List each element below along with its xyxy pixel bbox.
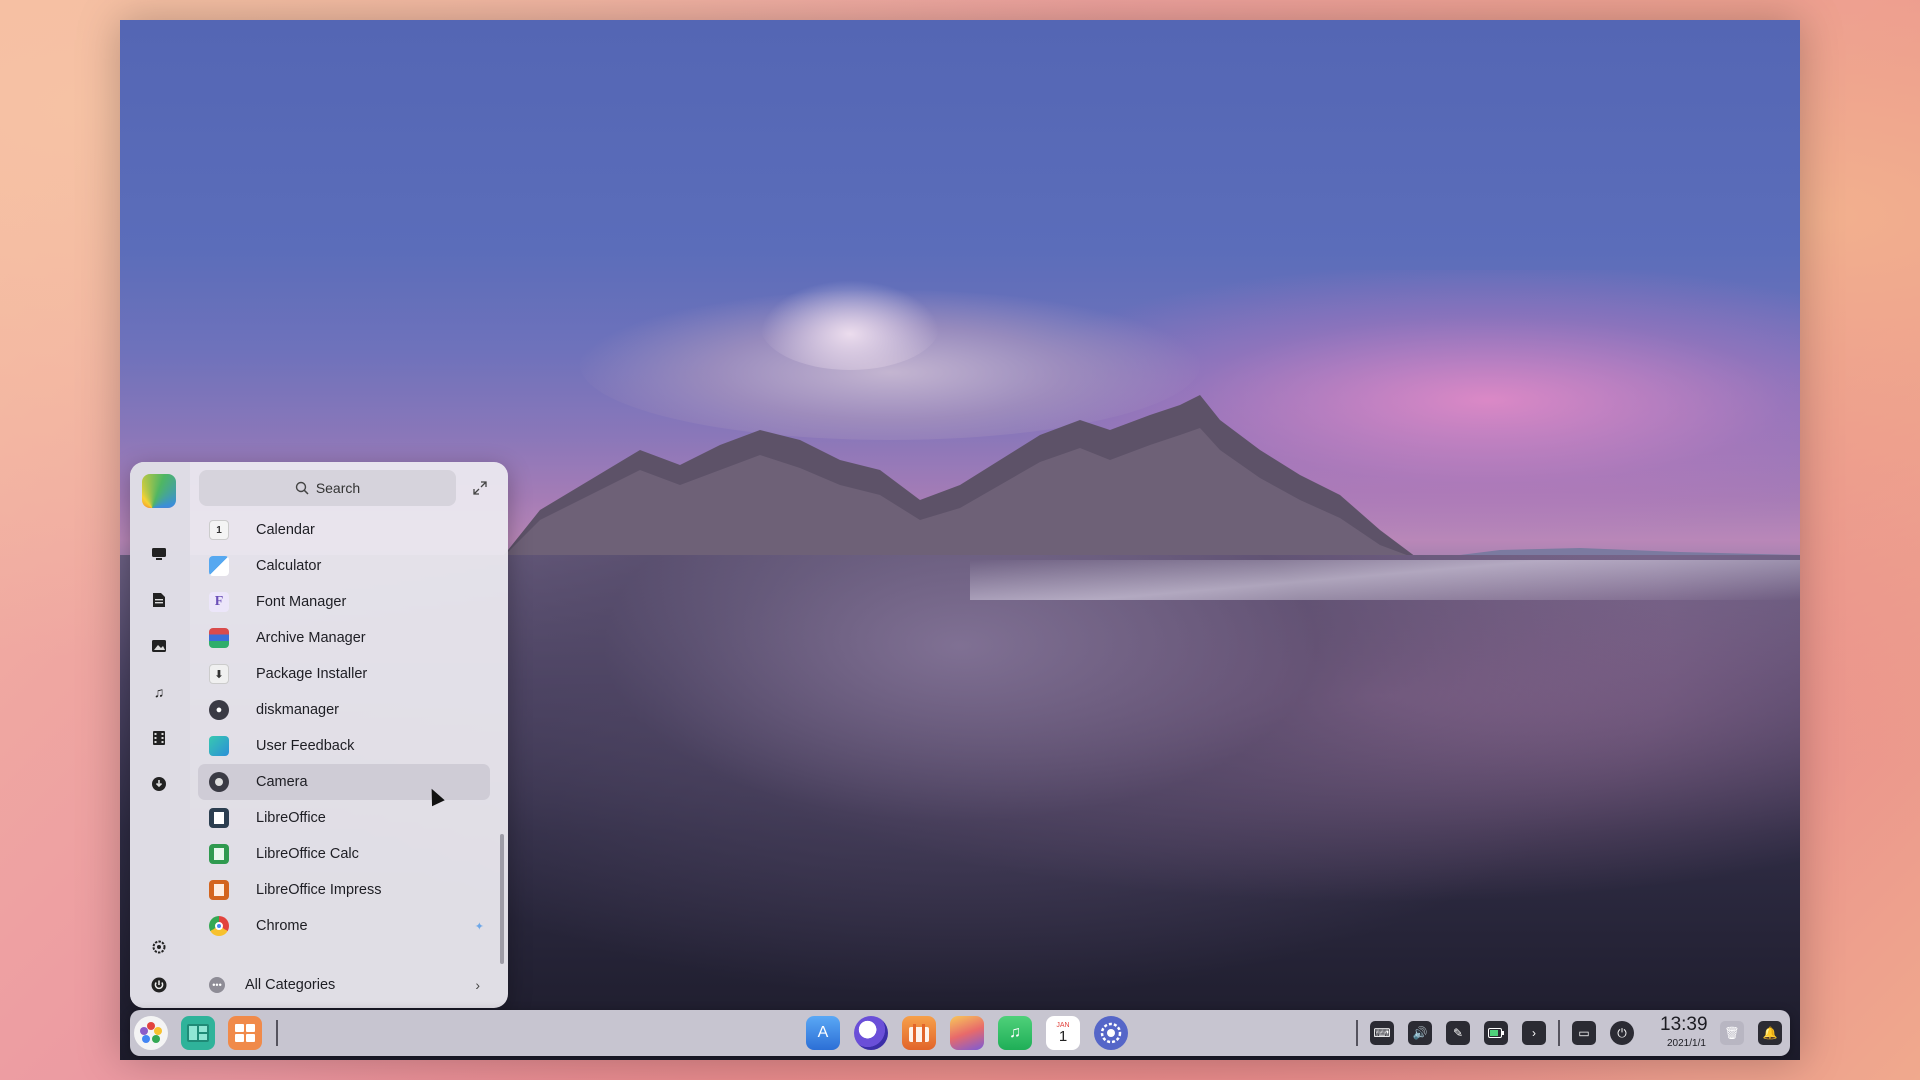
power-icon[interactable]	[148, 974, 170, 996]
notification-bell-icon[interactable]: 🔔	[1758, 1021, 1782, 1045]
clock-date[interactable]: 2021/1/1	[1667, 1038, 1706, 1049]
libreoffice-calc-icon	[209, 844, 229, 864]
trash-icon[interactable]: 🗑	[1720, 1021, 1744, 1045]
diskmanager-icon: ●	[209, 700, 229, 720]
app-label: diskmanager	[256, 702, 340, 718]
music-player-icon[interactable]: ♫	[998, 1016, 1032, 1050]
pictures-icon[interactable]	[148, 635, 170, 657]
taskbar-divider	[276, 1020, 278, 1046]
calendar-app-icon[interactable]: JAN 1	[1046, 1016, 1080, 1050]
app-label: LibreOffice Calc	[256, 846, 359, 862]
launcher-button[interactable]	[134, 1016, 168, 1050]
keyboard-icon[interactable]: ⌨	[1370, 1021, 1394, 1045]
list-item[interactable]: 1 Calendar	[198, 512, 490, 548]
list-item[interactable]: ⬇ Package Installer	[198, 656, 490, 692]
libreoffice-icon	[209, 808, 229, 828]
archive-manager-icon	[209, 628, 229, 648]
app-label: Camera	[256, 774, 308, 790]
launcher-sidebar: ♫	[130, 462, 190, 1008]
list-item[interactable]: LibreOffice Impress	[198, 872, 490, 908]
downloads-icon[interactable]	[148, 773, 170, 795]
list-item[interactable]: User Feedback	[198, 728, 490, 764]
fullscreen-toggle-icon[interactable]	[470, 478, 490, 498]
all-categories-label: All Categories	[245, 977, 336, 993]
tray-divider	[1356, 1020, 1358, 1046]
font-manager-icon: F	[209, 592, 229, 612]
file-manager-icon[interactable]	[902, 1016, 936, 1050]
app-label: Package Installer	[256, 666, 368, 682]
search-placeholder: Search	[315, 480, 361, 496]
workspace-switcher-icon[interactable]	[228, 1016, 262, 1050]
app-label: Chrome	[256, 918, 308, 934]
calculator-icon	[209, 556, 229, 576]
list-item[interactable]: LibreOffice	[198, 800, 490, 836]
list-item[interactable]: Calculator	[198, 548, 490, 584]
music-icon[interactable]: ♫	[148, 681, 170, 703]
list-item[interactable]: Camera	[198, 764, 490, 800]
list-item[interactable]: F Font Manager	[198, 584, 490, 620]
computer-icon[interactable]	[148, 543, 170, 565]
browser-icon[interactable]	[854, 1016, 888, 1050]
calendar-icon: 1	[209, 520, 229, 540]
battery-icon[interactable]	[1484, 1021, 1508, 1045]
list-item[interactable]: Chrome ✦	[198, 908, 490, 944]
settings-icon[interactable]	[148, 936, 170, 958]
new-app-star-icon: ✦	[474, 920, 484, 933]
control-center-icon[interactable]	[1094, 1016, 1128, 1050]
list-item[interactable]: Archive Manager	[198, 620, 490, 656]
multitask-view-icon[interactable]	[181, 1016, 215, 1050]
app-launcher: ♫ Search 1 Calendar Calculator F Font Ma…	[130, 462, 508, 1008]
videos-icon[interactable]	[148, 727, 170, 749]
wallpaper-cloud-top	[760, 280, 940, 370]
power-icon[interactable]: ⏻	[1610, 1021, 1634, 1045]
app-label: Font Manager	[256, 594, 347, 610]
app-store-icon[interactable]: A	[806, 1016, 840, 1050]
taskbar: A ♫ JAN 1 ⌨ 🔊 ✎ › ▭ ⏻ 13:39 2021/1/1 🗑 🔔	[130, 1010, 1790, 1056]
search-input[interactable]: Search	[199, 470, 456, 506]
screenshot-icon[interactable]: ✎	[1446, 1021, 1470, 1045]
app-label: Calculator	[256, 558, 322, 574]
wallpaper-surf	[970, 560, 1800, 600]
calendar-day-text: 1	[1058, 1028, 1068, 1045]
avatar[interactable]	[142, 474, 176, 508]
app-label: LibreOffice Impress	[256, 882, 382, 898]
clock-time[interactable]: 13:39	[1660, 1014, 1708, 1036]
desktop-screen: ♫ Search 1 Calendar Calculator F Font Ma…	[120, 20, 1800, 1060]
tray-divider-2	[1558, 1020, 1560, 1046]
app-list: 1 Calendar Calculator F Font Manager Arc…	[198, 512, 490, 944]
list-item[interactable]: ● diskmanager	[198, 692, 490, 728]
image-viewer-icon[interactable]	[950, 1016, 984, 1050]
search-icon	[295, 481, 309, 495]
user-feedback-icon	[209, 736, 229, 756]
libreoffice-impress-icon	[209, 880, 229, 900]
package-installer-icon: ⬇	[209, 664, 229, 684]
chevron-right-icon: ›	[475, 977, 480, 993]
list-item[interactable]: LibreOffice Calc	[198, 836, 490, 872]
scrollbar[interactable]	[500, 834, 504, 964]
launcher-logo-icon	[140, 1022, 162, 1043]
volume-icon[interactable]: 🔊	[1408, 1021, 1432, 1045]
documents-icon[interactable]	[148, 589, 170, 611]
show-desktop-icon[interactable]: ▭	[1572, 1021, 1596, 1045]
app-label: User Feedback	[256, 738, 355, 754]
app-label: Calendar	[256, 522, 315, 538]
app-label: LibreOffice	[256, 810, 326, 826]
chevron-right-icon[interactable]: ›	[1522, 1021, 1546, 1045]
all-categories-button[interactable]: ••• All Categories ›	[198, 968, 490, 1002]
chrome-icon	[209, 916, 229, 936]
more-dots-icon: •••	[209, 977, 225, 993]
camera-icon	[209, 772, 229, 792]
app-label: Archive Manager	[256, 630, 366, 646]
